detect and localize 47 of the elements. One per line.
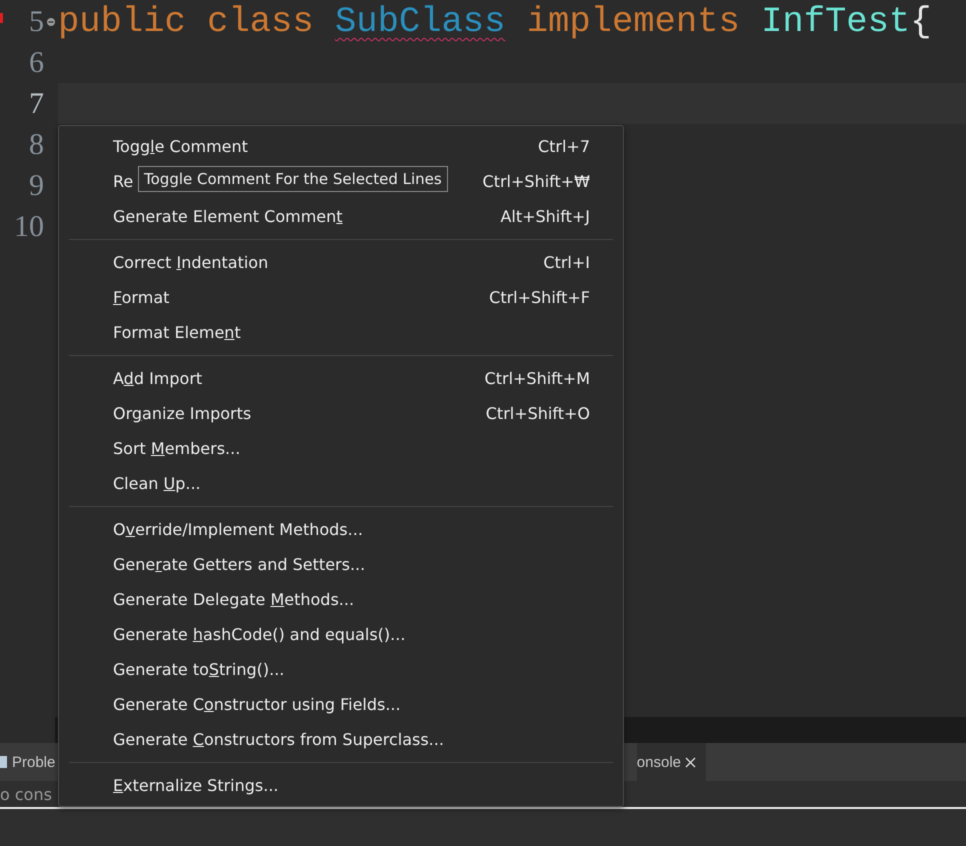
code-token: SubClass — [334, 1, 506, 42]
menu-item[interactable]: Re — [113, 172, 134, 191]
line-number: 10 — [14, 210, 44, 244]
menu-item[interactable]: Add Import — [113, 369, 202, 388]
error-marker — [0, 13, 3, 23]
menu-item[interactable]: Format — [113, 288, 170, 307]
shortcut-text: Ctrl+Shift+₩ — [482, 172, 590, 191]
menu-item[interactable]: Correct Indentation — [113, 253, 268, 272]
shortcut-text: Ctrl+I — [543, 253, 590, 272]
menu-item[interactable]: Clean Up... — [113, 474, 201, 493]
line-number: 9 — [29, 168, 44, 202]
code-token: public — [58, 1, 186, 42]
code-token: { — [910, 1, 932, 42]
shortcut-text: Alt+Shift+J — [500, 207, 590, 226]
tooltip: Toggle Comment For the Selected Lines — [138, 166, 448, 192]
tab-label: onsole — [636, 754, 681, 770]
code-token: InfTest — [761, 1, 910, 42]
menu-item[interactable]: Generate Delegate Methods... — [113, 590, 354, 609]
menu-item[interactable]: Sort Members... — [113, 439, 240, 458]
panel-tab[interactable]: Proble — [0, 743, 66, 781]
collapse-icon[interactable] — [46, 16, 56, 26]
console-message: o cons — [0, 784, 52, 804]
code-token: implements — [526, 1, 740, 42]
menu-item[interactable]: Organize Imports — [113, 404, 252, 423]
line-number: 7 — [29, 86, 44, 120]
menu-item[interactable]: Override/Implement Methods... — [113, 520, 363, 539]
code-token: class — [207, 1, 314, 42]
line-number: 5 — [29, 4, 44, 38]
menu-item[interactable]: Generate Constructor using Fields... — [113, 695, 401, 714]
menu-item[interactable]: Generate toString()... — [113, 660, 284, 679]
menu-item[interactable]: Generate Getters and Setters... — [113, 555, 366, 574]
menu-item[interactable]: Generate Constructors from Superclass... — [113, 730, 444, 749]
tasks-icon — [0, 754, 8, 770]
menu-item[interactable]: Format Element — [113, 323, 241, 342]
panel-tab[interactable]: onsole — [636, 743, 706, 781]
shortcut-text: Ctrl+Shift+O — [486, 404, 590, 423]
menu-item[interactable]: Externalize Strings... — [113, 776, 278, 795]
tab-label: Proble — [12, 754, 56, 770]
menu-item[interactable]: Toggle Comment — [113, 137, 248, 156]
shortcut-text: Ctrl+7 — [538, 137, 590, 156]
close-icon[interactable] — [685, 756, 696, 768]
menu-item[interactable]: Generate Element Comment — [113, 207, 343, 226]
line-number: 8 — [29, 128, 44, 162]
shortcut-text: Ctrl+Shift+F — [489, 288, 590, 307]
menu-item[interactable]: Generate hashCode() and equals()... — [113, 625, 406, 644]
line-number: 6 — [29, 46, 44, 80]
shortcut-text: Ctrl+Shift+M — [484, 369, 590, 388]
